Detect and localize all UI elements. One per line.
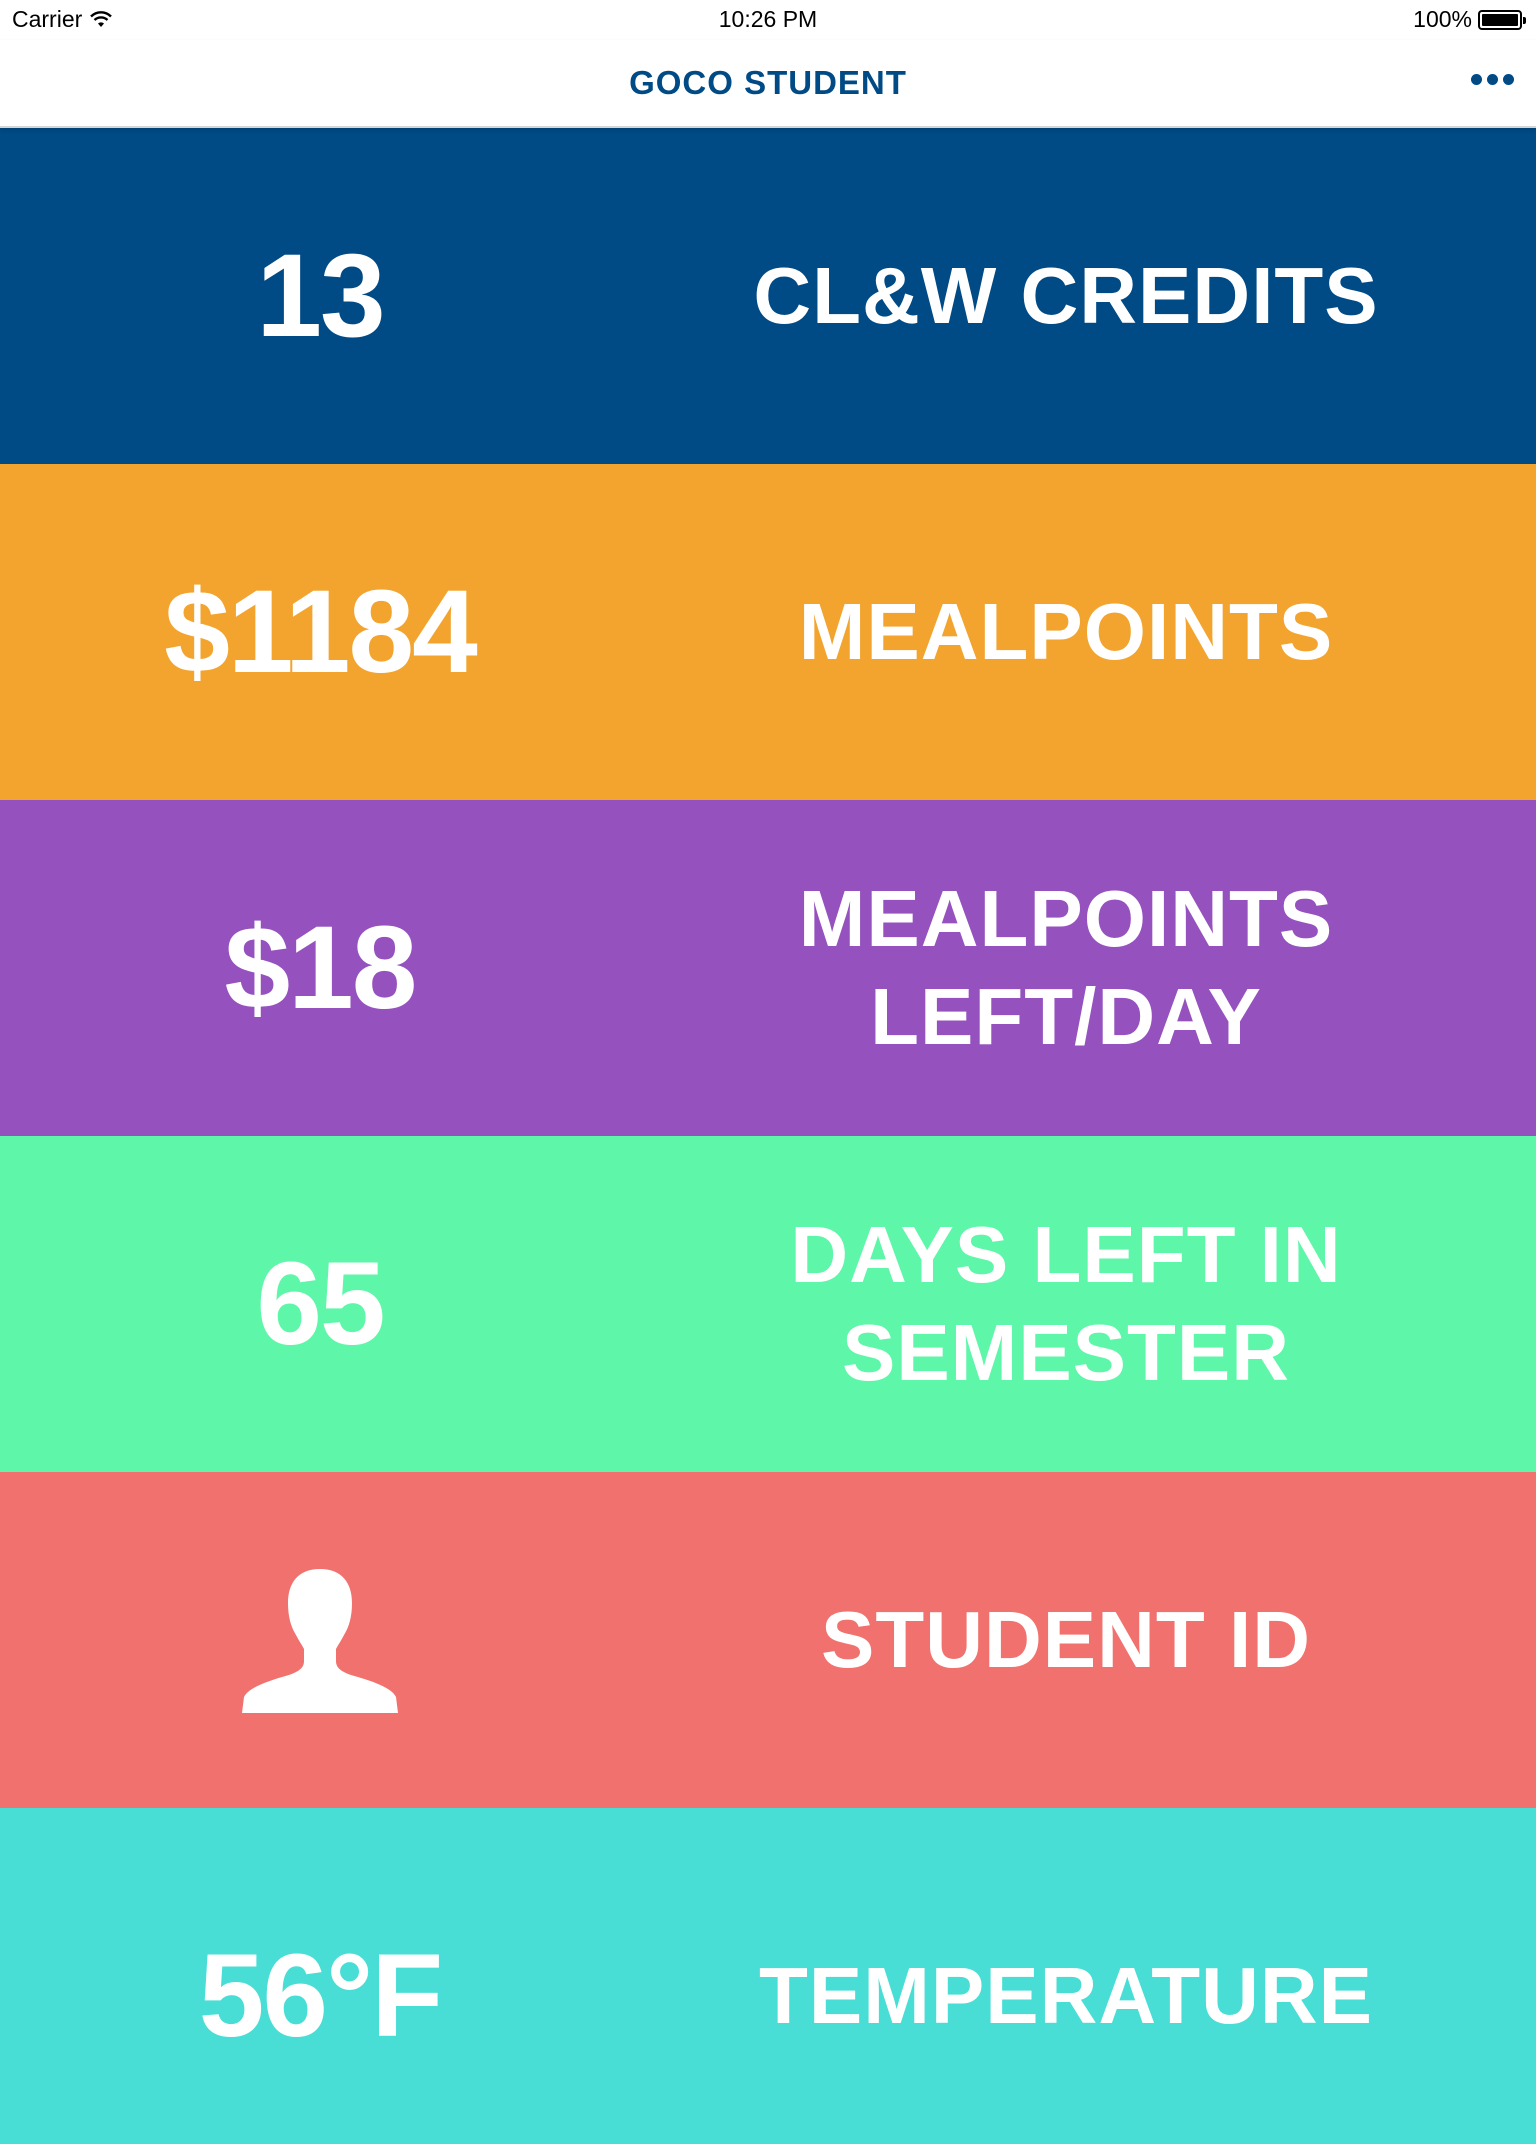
more-options-button[interactable] <box>1471 74 1514 85</box>
more-dot <box>1503 74 1514 85</box>
battery-icon <box>1478 9 1526 30</box>
dashboard-tiles: 13 CL&W CREDITS $1184 MEALPOINTS $18 MEA… <box>0 128 1536 2144</box>
tile-mealpoints-per-day[interactable]: $18 MEALPOINTS LEFT/DAY <box>0 800 1536 1136</box>
person-icon-graphic <box>242 1569 398 1713</box>
mealpoints-label: MEALPOINTS <box>798 587 1334 676</box>
temperature-value: 56°F <box>198 1930 444 2062</box>
mealpoints-per-day-value: $18 <box>224 902 418 1034</box>
status-time: 10:26 PM <box>718 6 818 32</box>
mealpoints-value: $1184 <box>164 566 478 698</box>
days-left-value: 65 <box>256 1238 385 1370</box>
page-title: GOCO STUDENT <box>629 64 907 101</box>
battery-percent: 100% <box>1413 6 1472 32</box>
student-id-label: STUDENT ID <box>821 1595 1311 1684</box>
status-bar: Carrier 10:26 PM 100% <box>0 0 1536 40</box>
tile-temperature[interactable]: 56°F TEMPERATURE <box>0 1808 1536 2144</box>
mealpoints-per-day-label: MEALPOINTS LEFT/DAY <box>798 874 1334 1061</box>
tile-mealpoints[interactable]: $1184 MEALPOINTS <box>0 464 1536 800</box>
days-left-label: DAYS LEFT IN SEMESTER <box>790 1210 1342 1397</box>
clw-credits-label: CL&W CREDITS <box>753 251 1379 340</box>
clw-credits-value: 13 <box>256 230 385 362</box>
temperature-label: TEMPERATURE <box>759 1951 1373 2040</box>
tile-student-id[interactable]: STUDENT ID <box>0 1472 1536 1808</box>
more-horizontal-icon <box>1471 74 1482 85</box>
battery-indicator: 100% <box>1413 6 1526 33</box>
more-dot <box>1487 74 1498 85</box>
tile-days-left[interactable]: 65 DAYS LEFT IN SEMESTER <box>0 1136 1536 1472</box>
navigation-bar: GOCO STUDENT <box>0 40 1536 128</box>
person-icon <box>0 1472 640 1808</box>
tile-clw-credits[interactable]: 13 CL&W CREDITS <box>0 128 1536 464</box>
